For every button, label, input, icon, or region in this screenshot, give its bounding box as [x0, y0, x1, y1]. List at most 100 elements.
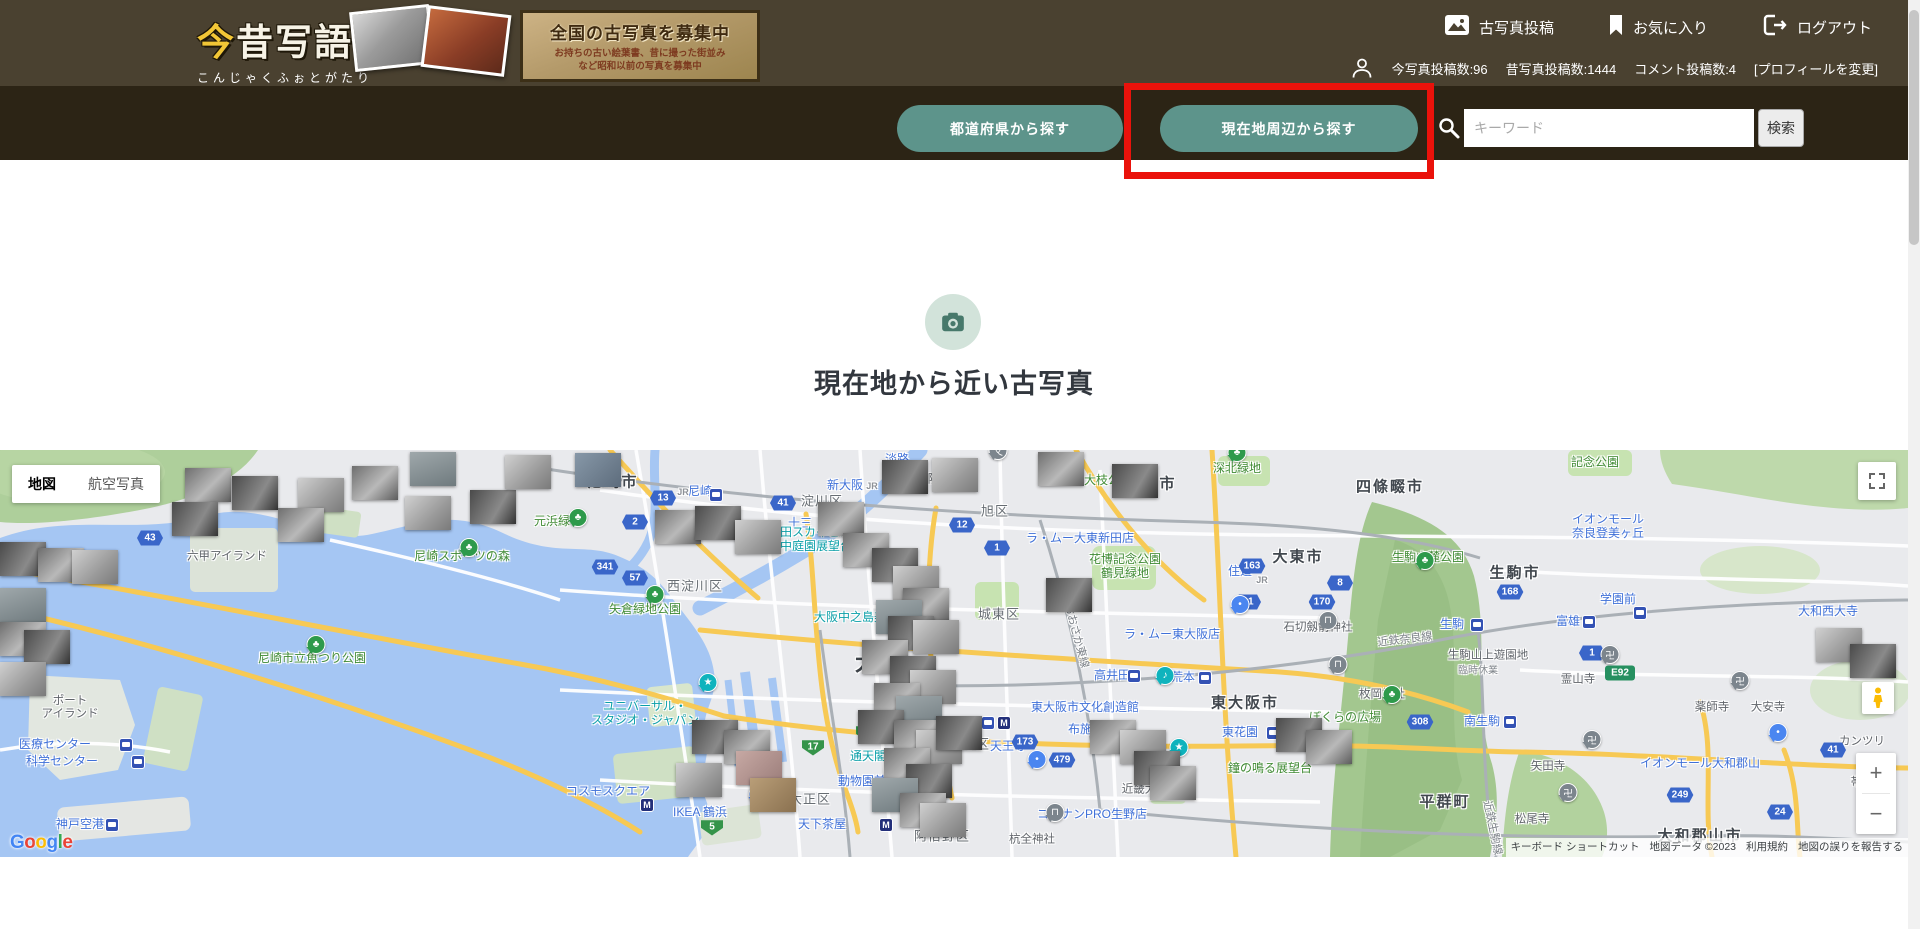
- map-label[interactable]: 鐘の鳴る展望台: [1228, 762, 1312, 776]
- park-pin-icon[interactable]: ♣: [460, 538, 479, 575]
- old-photo-marker[interactable]: [1038, 452, 1084, 486]
- old-photo-marker[interactable]: [1112, 464, 1158, 498]
- attribution-link[interactable]: 地図データ ©2023: [1644, 838, 1741, 857]
- cart-pin-icon[interactable]: •: [1231, 595, 1250, 632]
- train-station-icon[interactable]: [709, 488, 723, 502]
- old-photo-marker[interactable]: [185, 468, 231, 502]
- temple-pin-icon[interactable]: 卍: [1559, 783, 1578, 820]
- profile-edit-link[interactable]: [プロフィールを変更]: [1754, 59, 1878, 78]
- keyword-input[interactable]: [1464, 109, 1754, 147]
- train-station-icon[interactable]: [1633, 606, 1647, 620]
- map-label[interactable]: イオンモール 奈良登美ヶ丘: [1572, 513, 1644, 541]
- old-photo-marker[interactable]: [750, 778, 796, 812]
- school-pin-icon[interactable]: 文: [989, 450, 1008, 478]
- train-station-icon[interactable]: [119, 738, 133, 752]
- old-photo-marker[interactable]: [575, 453, 621, 487]
- page-scrollbar[interactable]: [1908, 0, 1920, 929]
- scrollbar-thumb[interactable]: [1909, 10, 1919, 245]
- map-label[interactable]: 花博記念公園 鶴見緑地: [1089, 553, 1161, 581]
- map-label[interactable]: 生駒: [1440, 618, 1464, 632]
- map-label[interactable]: ラ・ムー東大阪店: [1124, 628, 1220, 642]
- train-station-icon[interactable]: [1470, 618, 1484, 632]
- zoom-in-button[interactable]: +: [1856, 753, 1896, 793]
- temple-pin-icon[interactable]: 卍: [1583, 730, 1602, 767]
- zoom-out-button[interactable]: −: [1856, 794, 1896, 834]
- train-station-icon[interactable]: [1198, 671, 1212, 685]
- map-label[interactable]: ラ・ムー大東新田店: [1026, 532, 1134, 546]
- map-type-map-button[interactable]: 地図: [12, 465, 72, 503]
- shrine-pin-icon[interactable]: ⊓: [1329, 655, 1348, 692]
- map-label[interactable]: ユニバーサル・ スタジオ・ジャパン: [591, 700, 699, 728]
- map-type-satellite-button[interactable]: 航空写真: [72, 465, 160, 503]
- metro-station-icon[interactable]: M: [640, 798, 654, 812]
- park-pin-icon[interactable]: ♣: [569, 508, 588, 545]
- old-photo-marker[interactable]: [735, 520, 781, 554]
- train-station-icon[interactable]: [1582, 615, 1596, 629]
- old-photo-marker[interactable]: [505, 455, 551, 489]
- map-label[interactable]: 神戸空港: [56, 818, 104, 832]
- temple-pin-icon[interactable]: 卍: [1731, 671, 1750, 708]
- old-photo-marker[interactable]: [352, 466, 398, 500]
- train-station-icon[interactable]: [1503, 715, 1517, 729]
- park-pin-icon[interactable]: ♣: [1228, 450, 1247, 480]
- old-photo-marker[interactable]: [72, 550, 118, 584]
- music-pin-icon[interactable]: ♪: [1156, 666, 1175, 703]
- map-label[interactable]: 荒本: [1171, 671, 1195, 685]
- park-pin-icon[interactable]: ♣: [646, 585, 665, 622]
- map-label[interactable]: コスモスクエア: [566, 785, 650, 799]
- site-logo[interactable]: 今昔写語 こんじゃくふぉとがたり: [197, 12, 373, 86]
- attribution-link[interactable]: キーボード ショートカット: [1506, 838, 1645, 857]
- attribution-link[interactable]: 利用規約: [1741, 838, 1793, 857]
- old-photo-marker[interactable]: [1306, 730, 1352, 764]
- train-station-icon[interactable]: [1127, 669, 1141, 683]
- old-photo-marker[interactable]: [1850, 644, 1896, 678]
- old-photo-marker[interactable]: [232, 476, 278, 510]
- map-canvas[interactable]: 尼崎市大東市門真市四條畷市生駒市東大阪市平群町大和郡山市大淀川区西淀川区旭区城東…: [0, 450, 1908, 857]
- map-label[interactable]: 東大阪市文化創造館: [1031, 701, 1139, 715]
- map-label[interactable]: 布施: [1068, 723, 1092, 737]
- shrine-pin-icon[interactable]: ⊓: [1319, 611, 1338, 648]
- old-photo-marker[interactable]: [24, 630, 70, 664]
- pegman-control[interactable]: [1862, 682, 1894, 714]
- old-photo-marker[interactable]: [913, 620, 959, 654]
- map-label[interactable]: 学園前: [1600, 593, 1636, 607]
- park-pin-icon[interactable]: ♣: [1416, 551, 1435, 588]
- map-label[interactable]: 高井田: [1094, 669, 1130, 683]
- map-label[interactable]: 通天閣: [850, 750, 886, 764]
- map-label[interactable]: イオンモール大和郡山: [1640, 757, 1760, 771]
- nav-post-photo[interactable]: 古写真投稿: [1444, 14, 1554, 40]
- metro-station-icon[interactable]: M: [879, 818, 893, 832]
- map-label[interactable]: 富雄: [1556, 615, 1580, 629]
- old-photo-marker[interactable]: [1150, 766, 1196, 800]
- old-photo-marker[interactable]: [410, 452, 456, 486]
- map-label[interactable]: 科学センター: [26, 755, 98, 769]
- shrine-pin-icon[interactable]: ⊓: [1046, 803, 1065, 840]
- old-photo-marker[interactable]: [298, 478, 344, 512]
- map-label[interactable]: 医療センター: [19, 738, 91, 752]
- attribution-link[interactable]: 地図の誤りを報告する: [1793, 838, 1908, 857]
- old-photo-marker[interactable]: [882, 460, 928, 494]
- nav-favorites[interactable]: お気に入り: [1608, 14, 1708, 40]
- old-photo-marker[interactable]: [405, 496, 451, 530]
- train-station-icon[interactable]: [981, 716, 995, 730]
- map-label[interactable]: 南生駒: [1464, 715, 1500, 729]
- map-label[interactable]: 新大阪: [827, 479, 863, 493]
- map-label[interactable]: 天下茶屋: [798, 818, 846, 832]
- old-photo-marker[interactable]: [936, 716, 982, 750]
- old-photo-marker[interactable]: [0, 588, 46, 622]
- old-photo-marker[interactable]: [818, 502, 864, 536]
- old-photo-marker[interactable]: [932, 458, 978, 492]
- search-by-prefecture-button[interactable]: 都道府県から探す: [897, 105, 1123, 152]
- attr-pin-icon[interactable]: ★: [699, 673, 718, 710]
- old-photo-marker[interactable]: [676, 763, 722, 797]
- bag-pin-icon[interactable]: •: [1769, 723, 1788, 760]
- map-label[interactable]: 東花園: [1222, 726, 1258, 740]
- park-pin-icon[interactable]: ♣: [1383, 685, 1402, 722]
- train-station-icon[interactable]: [131, 755, 145, 769]
- old-photo-marker[interactable]: [278, 508, 324, 542]
- park-pin-icon[interactable]: ♣: [307, 635, 326, 672]
- temple-pin-icon[interactable]: 卍: [1601, 645, 1620, 682]
- search-nearby-button[interactable]: 現在地周辺から探す: [1160, 105, 1418, 152]
- map-label[interactable]: 記念公園: [1571, 456, 1619, 470]
- fullscreen-button[interactable]: [1858, 462, 1896, 500]
